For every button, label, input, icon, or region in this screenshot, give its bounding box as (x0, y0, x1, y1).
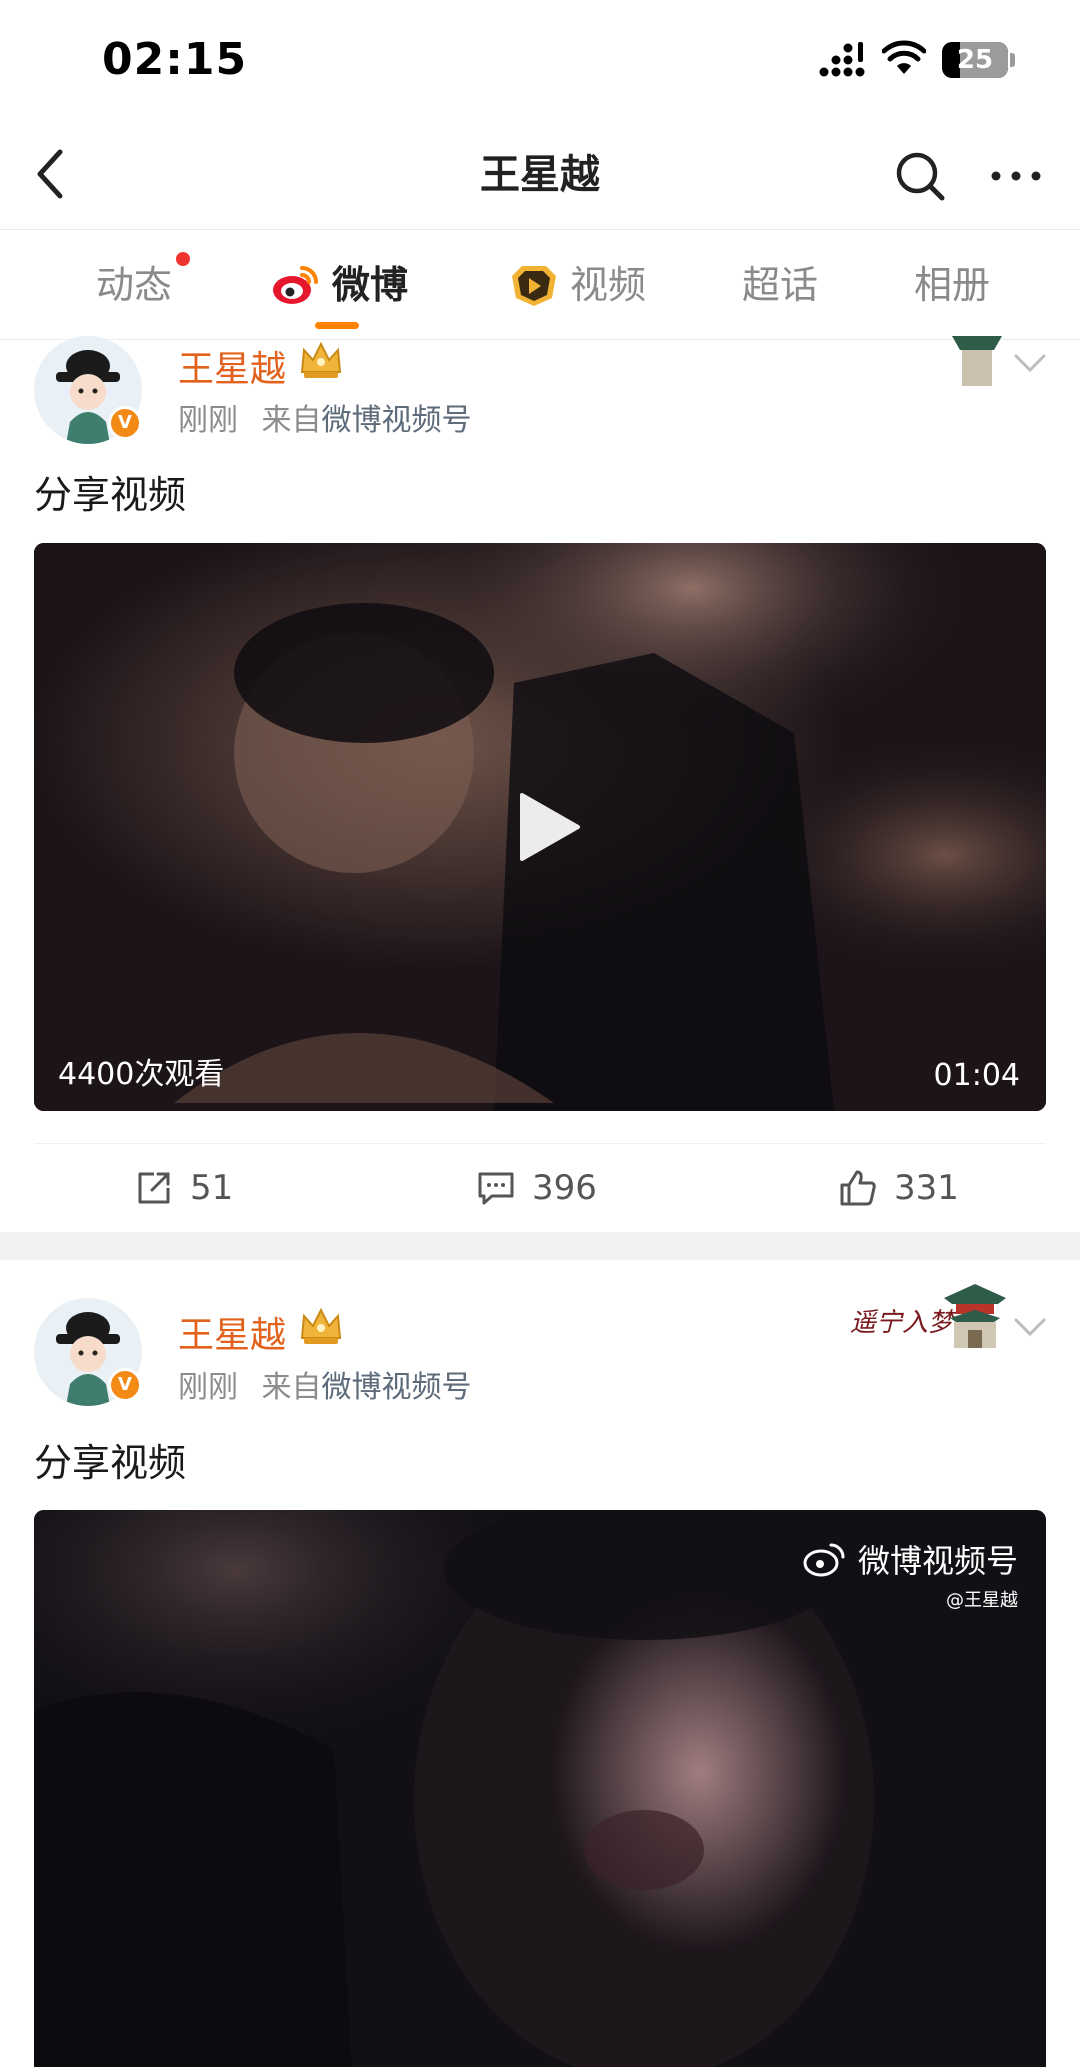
feed-post[interactable]: V 王星越 刚刚 来自微博视频号 分享视频 4400次观看 01:04 51 3… (0, 336, 1080, 1232)
decoration-card-image (852, 336, 1002, 386)
pavilion-icon (944, 1284, 1006, 1348)
tab-label: 超话 (742, 263, 819, 307)
comment-icon (478, 1172, 514, 1205)
battery-cap (1010, 53, 1015, 67)
post-source[interactable]: 微博视频号 (322, 1370, 472, 1405)
tab-label: 视频 (570, 263, 647, 307)
thumbs-up-icon (840, 1170, 876, 1206)
post-meta: 刚刚 来自微博视频号 (178, 1362, 472, 1406)
notification-dot (176, 252, 191, 266)
crown-badge-icon[interactable] (298, 1306, 344, 1346)
post-source[interactable]: 微博视频号 (322, 403, 472, 438)
play-icon[interactable] (512, 791, 584, 863)
search-icon[interactable] (890, 146, 950, 206)
verified-badge: V (108, 1368, 142, 1402)
chevron-down-icon[interactable] (1010, 348, 1050, 378)
cellular-signal-icon (819, 42, 865, 77)
active-tab-indicator (315, 322, 359, 329)
feed-divider (0, 1232, 1080, 1260)
repost-icon (138, 1172, 170, 1204)
post-text: 分享视频 (34, 1441, 187, 1485)
author-name[interactable]: 王星越 (178, 1306, 286, 1358)
verified-badge: V (108, 406, 142, 440)
battery-icon: 25 (942, 42, 1008, 78)
status-time: 02:15 (102, 34, 248, 85)
post-time: 刚刚 (178, 1370, 238, 1405)
tab-video[interactable]: 视频 (570, 230, 646, 340)
post-action-bar: 51 396 331 (34, 1143, 1046, 1232)
post-time: 刚刚 (178, 403, 238, 438)
decoration-text: 遥宁入梦 (850, 1308, 955, 1338)
decoration-card: 遥宁入梦 (850, 1280, 1010, 1360)
video-player[interactable]: 4400次观看 01:04 (34, 543, 1046, 1111)
tab-dynamics[interactable]: 动态 (96, 230, 191, 340)
back-arrow-icon[interactable] (20, 144, 80, 204)
wifi-icon (882, 40, 926, 74)
feed-post[interactable]: V 王星越 刚刚 来自微博视频号 遥宁入梦 分享视频 微博视频号 @王星越 (0, 1260, 1080, 2067)
video-watermark: 微博视频号 @王星越 (803, 1536, 1018, 1612)
repost-count: 51 (190, 1168, 234, 1208)
post-meta: 刚刚 来自微博视频号 (178, 395, 472, 439)
source-prefix: 来自 (261, 1370, 322, 1405)
weibo-logo-icon (273, 266, 318, 304)
source-prefix: 来自 (261, 403, 322, 438)
author-name[interactable]: 王星越 (178, 340, 286, 392)
top-navigation-bar: 王星越 (0, 120, 1080, 230)
crown-badge-icon[interactable] (298, 340, 344, 380)
battery-level: 25 (956, 45, 994, 75)
watermark-handle: @王星越 (946, 1590, 1018, 1611)
tab-label: 动态 (96, 263, 173, 307)
status-bar: 02:15 25 (0, 0, 1080, 120)
video-channel-icon (512, 266, 556, 306)
tab-label: 微博 (332, 263, 409, 307)
tab-super-topic[interactable]: 超话 (742, 230, 818, 340)
tab-album[interactable]: 相册 (914, 230, 990, 340)
comment-count: 396 (532, 1168, 597, 1208)
watermark-brand: 微博视频号 (857, 1542, 1018, 1580)
like-count: 331 (894, 1168, 959, 1208)
tab-label: 相册 (914, 263, 991, 307)
chevron-down-icon[interactable] (1010, 1312, 1050, 1342)
weibo-logo-icon (803, 1543, 845, 1577)
view-count: 4400次观看 (58, 1057, 225, 1092)
profile-tabs: 动态 微博 视频 超话 相册 (0, 230, 1080, 340)
post-text: 分享视频 (34, 473, 187, 517)
video-player[interactable]: 微博视频号 @王星越 (34, 1510, 1046, 2067)
more-options-icon[interactable] (986, 146, 1046, 206)
video-duration: 01:04 (933, 1058, 1020, 1093)
